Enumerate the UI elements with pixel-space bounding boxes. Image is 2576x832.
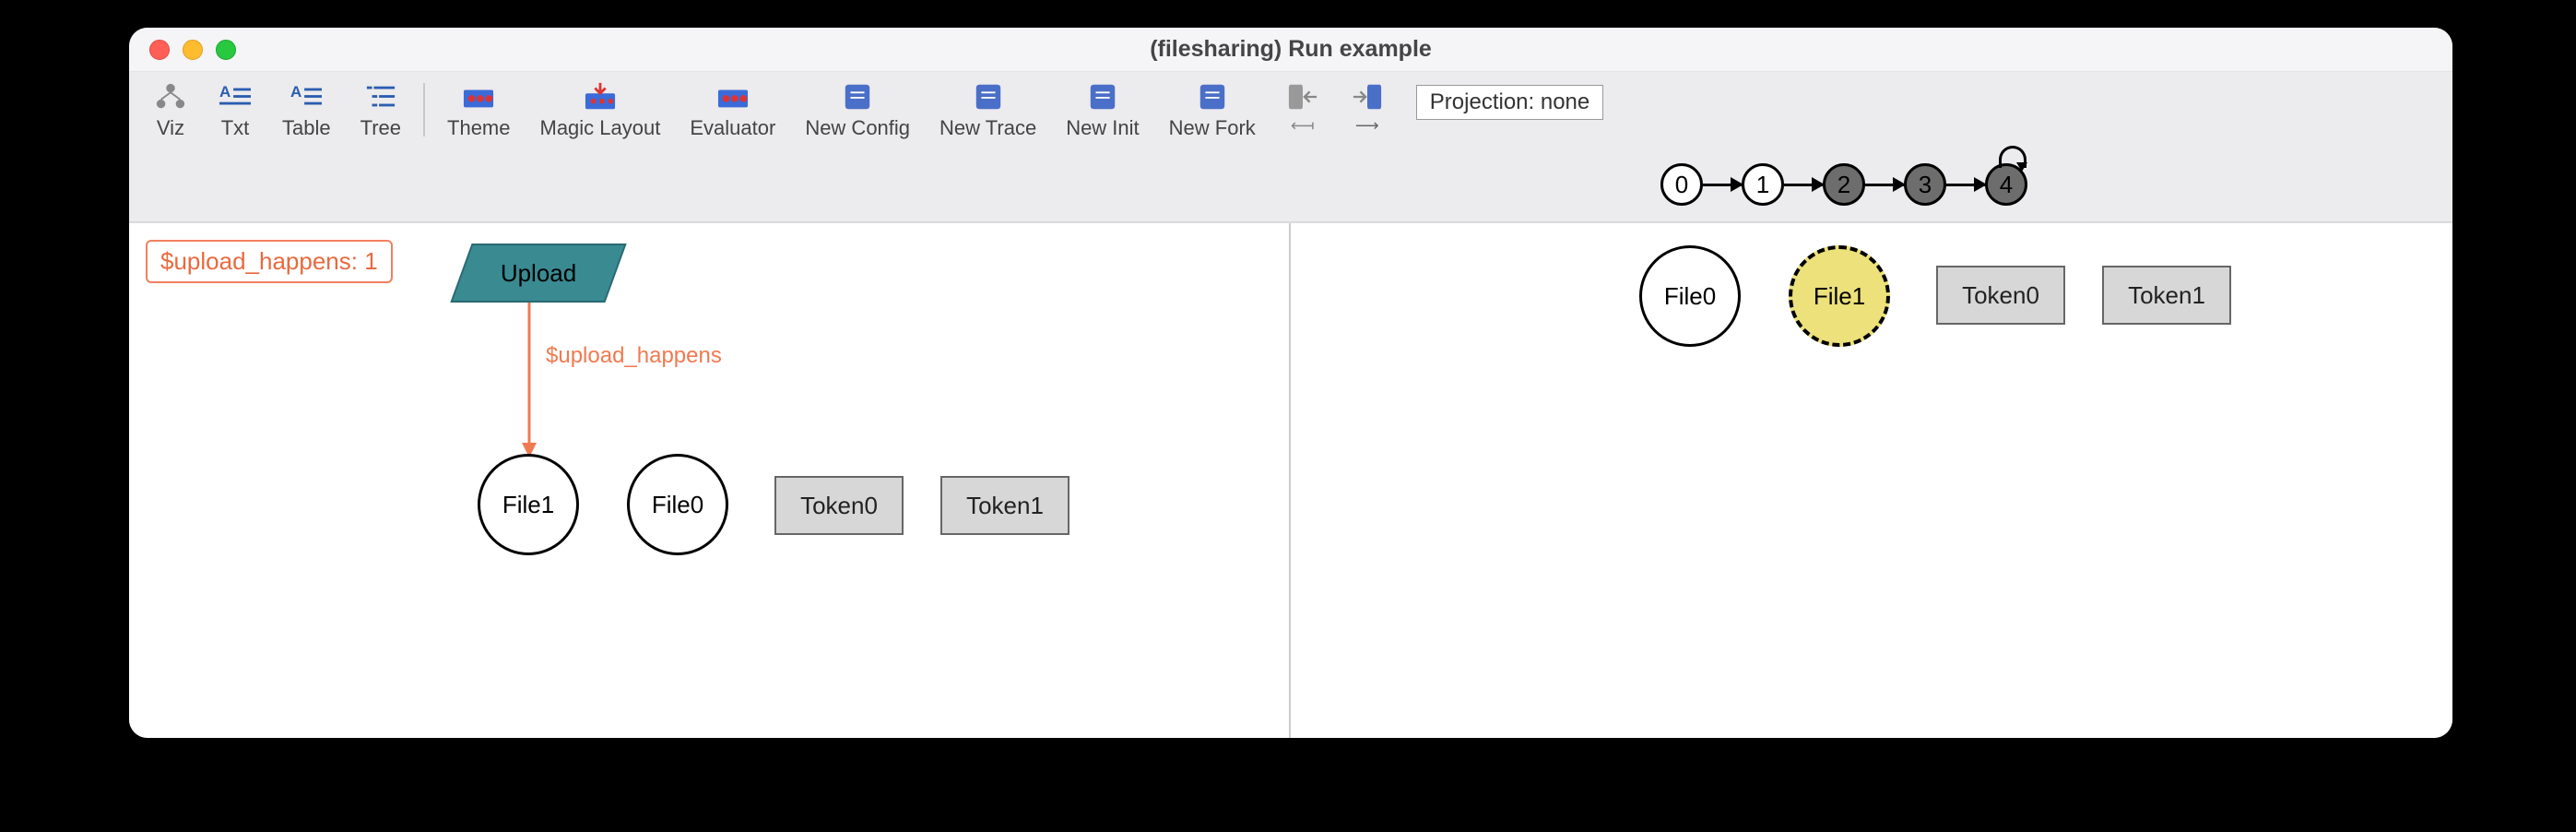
theme-label: Theme [447,116,510,140]
right-pane[interactable]: File0 File1 Token0 Token1 [1291,223,2452,738]
theme-button[interactable]: Theme [432,77,525,148]
tree-button[interactable]: Tree [346,77,416,148]
toolbar-separator [423,83,425,137]
token0-node[interactable]: Token0 [774,476,904,535]
next-label: ⟶ [1355,116,1379,136]
viz-button[interactable]: Viz [138,77,203,148]
timeline-arrow-icon [1946,184,1985,186]
txt-label: Txt [221,116,250,140]
upload-happens-badge: $upload_happens: 1 [146,240,393,283]
prev-label: ⟻ [1291,116,1315,136]
token1-node[interactable]: Token1 [2102,266,2231,325]
state-timeline: 0 1 2 3 4 [138,148,2443,221]
state-4[interactable]: 4 [1985,163,2027,206]
window-title: (filesharing) Run example [129,36,2452,63]
evaluator-label: Evaluator [690,116,775,140]
tree-label: Tree [360,116,401,140]
file1-node-highlighted[interactable]: File1 [1789,245,1890,347]
new-fork-label: New Fork [1169,116,1256,140]
loop-icon [1999,146,2027,168]
viz-label: Viz [157,116,184,140]
table-button[interactable]: A Table [267,77,346,148]
next-icon [1350,81,1385,113]
table-label: Table [282,116,331,140]
projection-label: Projection: none [1430,89,1589,115]
new-trace-label: New Trace [939,116,1036,140]
scroll-icon [971,81,1006,113]
new-config-button[interactable]: New Config [790,77,925,148]
magic-layout-button[interactable]: Magic Layout [526,77,676,148]
state-2[interactable]: 2 [1823,163,1865,206]
timeline-arrow-icon [1784,184,1823,186]
viz-icon [153,81,188,113]
toolbar: Viz A Txt A Table Tree [129,72,2452,222]
next-button[interactable]: ⟶ [1335,77,1400,143]
evaluator-button[interactable]: Evaluator [675,77,790,148]
file0-node[interactable]: File0 [627,454,728,555]
prev-icon [1285,81,1320,113]
evaluator-icon [715,81,750,113]
magic-layout-label: Magic Layout [540,116,661,140]
scroll-icon [1195,81,1230,113]
text-icon: A [218,81,253,113]
file1-node[interactable]: File1 [478,454,579,555]
svg-text:A: A [290,83,301,101]
titlebar: (filesharing) Run example [129,28,2452,72]
timeline-arrow-icon [1865,184,1904,186]
app-window: (filesharing) Run example Viz A Txt A Ta… [129,28,2452,738]
file0-node[interactable]: File0 [1639,245,1741,347]
new-fork-button[interactable]: New Fork [1154,77,1270,148]
canvas-area: $upload_happens: 1 Upload $upload_happen… [129,222,2452,738]
scroll-icon [840,81,875,113]
state-3[interactable]: 3 [1904,163,1946,206]
theme-icon [461,81,496,113]
tree-icon [363,81,398,113]
edge-arrow-icon [516,303,553,459]
txt-button[interactable]: A Txt [203,77,267,148]
state-1[interactable]: 1 [1742,163,1784,206]
timeline-arrow-icon [1703,184,1742,186]
table-icon: A [289,81,324,113]
svg-text:A: A [219,83,230,101]
magic-layout-icon [583,81,618,113]
new-init-button[interactable]: New Init [1051,77,1153,148]
scroll-icon [1085,81,1120,113]
new-config-label: New Config [805,116,910,140]
left-pane[interactable]: $upload_happens: 1 Upload $upload_happen… [129,223,1291,738]
new-trace-button[interactable]: New Trace [925,77,1051,148]
state-0[interactable]: 0 [1660,163,1703,206]
token1-node[interactable]: Token1 [940,476,1069,535]
token0-node[interactable]: Token0 [1936,266,2065,325]
prev-button[interactable]: ⟻ [1270,77,1335,143]
edge-label: $upload_happens [546,343,722,369]
projection-selector[interactable]: Projection: none [1416,85,1603,120]
new-init-label: New Init [1066,116,1139,140]
upload-node[interactable]: Upload [450,244,626,303]
